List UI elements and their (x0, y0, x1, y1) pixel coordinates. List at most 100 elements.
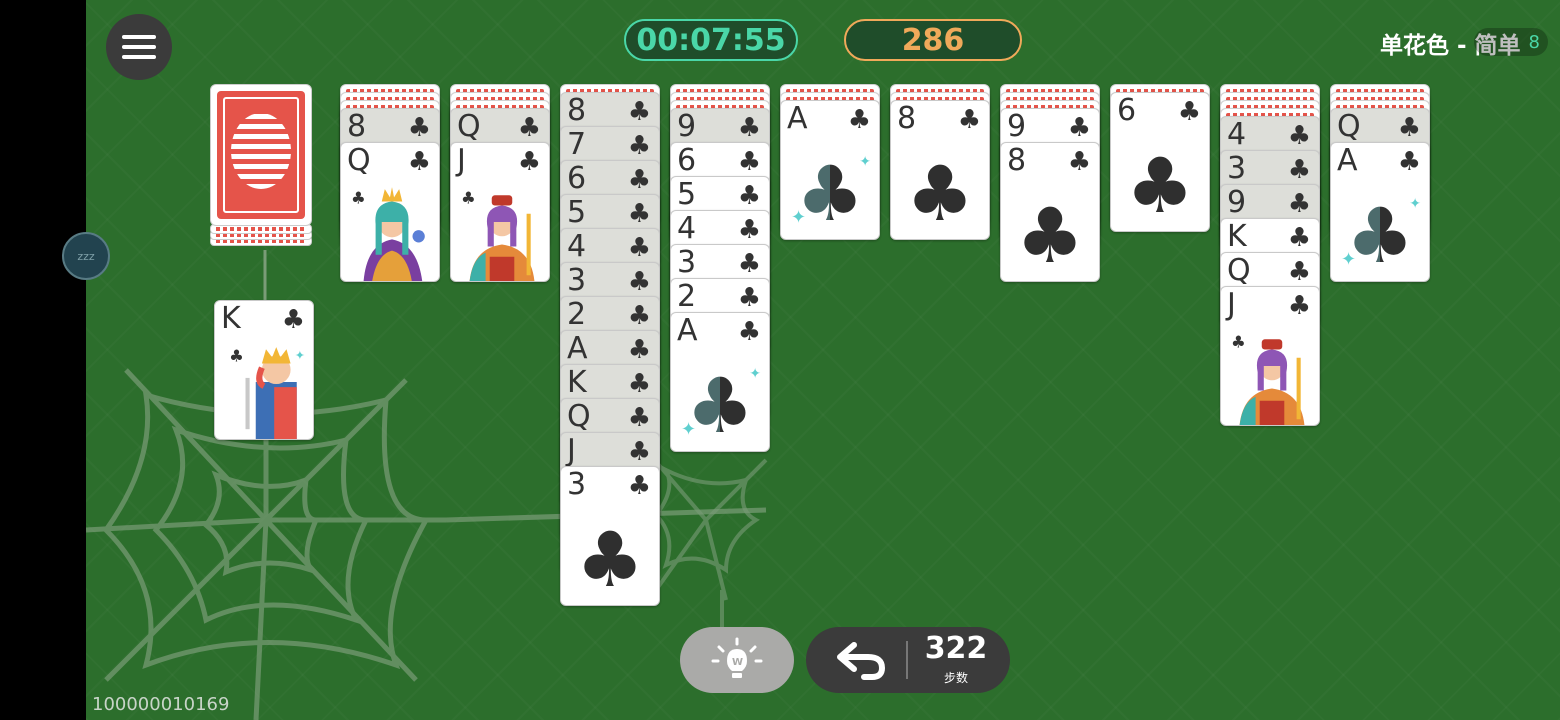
card-rank: 6 (1117, 93, 1137, 128)
svg-text:✦: ✦ (295, 348, 305, 362)
club-icon: ♣ (737, 215, 761, 245)
club-icon: ♣ (1287, 155, 1311, 185)
club-icon: ♣ (737, 147, 761, 177)
club-icon: ♣ (407, 113, 431, 143)
card-rank: 6 (567, 161, 587, 196)
club-icon: ♣ (517, 147, 541, 177)
card-rank: Q (1227, 253, 1251, 288)
move-count-label: 步数 (943, 671, 968, 685)
card-rank: Q (1337, 109, 1361, 144)
card-rank: K (221, 301, 241, 336)
club-icon: ♣ (281, 305, 305, 335)
club-icon: ♣ (517, 113, 541, 143)
sparkle-icon: ✦ (859, 154, 871, 170)
card-rank: A (677, 313, 698, 348)
club-icon: ♣ (737, 249, 761, 279)
club-icon: ♣ (627, 131, 651, 161)
card-rank: K (567, 365, 587, 400)
club-icon: ♣ (1397, 147, 1421, 177)
card-rank: 3 (1227, 151, 1247, 186)
club-icon: ♣ (1397, 113, 1421, 143)
tableau-card[interactable]: A ♣ ♣ ✦ ✦ (780, 100, 880, 240)
club-icon: ♣ (575, 515, 645, 604)
club-icon: ♣ (627, 335, 651, 365)
hint-button[interactable]: W (680, 627, 794, 693)
club-icon: ♣ (737, 181, 761, 211)
club-icon: ♣ (1015, 191, 1085, 280)
tableau-card[interactable]: J ♣ ♣ (1220, 286, 1320, 426)
svg-text:♣: ♣ (461, 189, 476, 208)
card-rank: 4 (567, 229, 587, 264)
sparkle-icon: ✦ (749, 366, 761, 382)
club-icon: ♣ (627, 437, 651, 467)
card-rank: 9 (1227, 185, 1247, 220)
svg-text:♣: ♣ (351, 189, 366, 208)
elapsed-timer: 00:07:55 (624, 19, 798, 61)
tableau-card[interactable]: A ♣ ♣ ✦ ✦ (670, 312, 770, 452)
card-rank: A (567, 331, 588, 366)
mode-badge: 8 (1474, 28, 1548, 56)
card-rank: 8 (567, 93, 587, 128)
club-icon: ♣ (407, 147, 431, 177)
club-icon: ♣ (905, 149, 975, 238)
club-icon: ♣ (1287, 291, 1311, 321)
club-icon: ♣ (1287, 121, 1311, 151)
club-icon: ♣ (1067, 113, 1091, 143)
card-rank: 2 (567, 297, 587, 332)
club-icon: ♣ (1287, 189, 1311, 219)
tableau-card[interactable]: A ♣ ♣ ✦ ✦ (1330, 142, 1430, 282)
menu-icon (122, 35, 156, 59)
club-icon: ♣ (627, 403, 651, 433)
club-icon: ♣ (627, 471, 651, 501)
tableau-card[interactable]: Q ♣ ♣ (340, 142, 440, 282)
card-rank: J (457, 143, 466, 178)
card-rank: J (1227, 287, 1236, 322)
svg-text:♣: ♣ (229, 347, 244, 366)
tableau-card[interactable]: J ♣ ♣ (450, 142, 550, 282)
card-rank: 6 (677, 143, 697, 178)
club-icon: ♣ (1067, 147, 1091, 177)
undo-button[interactable]: 322 步数 (806, 627, 1010, 693)
card-rank: 9 (677, 109, 697, 144)
card-rank: Q (567, 399, 591, 434)
undo-arrow-icon (837, 642, 886, 680)
card-rank: 2 (677, 279, 697, 314)
tableau-card[interactable]: 3 ♣ ♣ (560, 466, 660, 606)
sparkle-icon: ✦ (791, 207, 807, 228)
card-rank: A (787, 101, 808, 136)
sparkle-icon: ✦ (1409, 196, 1421, 212)
menu-button[interactable] (106, 14, 172, 80)
card-rank: J (567, 433, 576, 468)
tableau-card[interactable]: 8 ♣ ♣ (1000, 142, 1100, 282)
score-display: 286 (844, 19, 1022, 61)
card-rank: K (1227, 219, 1247, 254)
card-rank: Q (457, 109, 481, 144)
tableau-card[interactable]: 6 ♣ ♣ (1110, 92, 1210, 232)
card-rank: 4 (677, 211, 697, 246)
move-count: 322 (924, 631, 988, 666)
lightbulb-icon: W (711, 637, 763, 678)
card-rank: Q (347, 143, 371, 178)
club-icon: ♣ (627, 369, 651, 399)
club-icon: ♣ (957, 105, 981, 135)
card-rank: 5 (567, 195, 587, 230)
card-rank: 3 (567, 263, 587, 298)
tableau-card[interactable]: 8 ♣ ♣ (890, 100, 990, 240)
sleep-bubble-icon[interactable]: zzz (62, 232, 110, 280)
club-icon: ♣ (627, 199, 651, 229)
card-rank: 9 (1007, 109, 1027, 144)
club-icon: ♣ (627, 165, 651, 195)
card-rank: 8 (1007, 143, 1027, 178)
card-rank: 8 (897, 101, 917, 136)
club-icon: ♣ (737, 113, 761, 143)
card-rank: 3 (567, 467, 587, 502)
card-rank: 5 (677, 177, 697, 212)
club-icon: ♣ (737, 317, 761, 347)
svg-text:W: W (732, 657, 743, 668)
card-rank: 8 (347, 109, 367, 144)
king-illustration: ♣ ✦ (229, 347, 305, 439)
stock-card-back[interactable] (210, 84, 312, 226)
completed-foundation-card: K ♣ ♣ ✦ (214, 300, 314, 440)
club-icon: ♣ (627, 301, 651, 331)
card-rank: A (1337, 143, 1358, 178)
